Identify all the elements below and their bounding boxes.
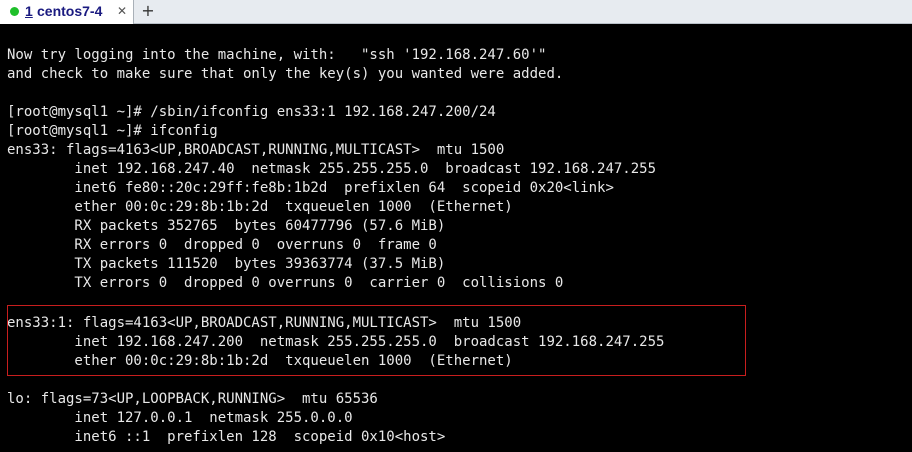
terminal-line: inet 192.168.247.40 netmask 255.255.255.… — [7, 161, 657, 177]
close-tab-icon[interactable]: ✕ — [117, 3, 127, 20]
terminal-line: ether 00:0c:29:8b:1b:2d txqueuelen 1000 … — [7, 199, 513, 215]
terminal-line: Now try logging into the machine, with: … — [7, 47, 547, 63]
terminal-line: and check to make sure that only the key… — [7, 66, 564, 82]
tab-bar: 1 centos7-4 ✕ + — [0, 0, 912, 24]
connected-status-icon — [10, 7, 19, 16]
tab-label: centos7-4 — [37, 3, 103, 19]
terminal-output[interactable]: Now try logging into the machine, with: … — [0, 24, 912, 452]
new-tab-button[interactable]: + — [138, 0, 158, 23]
terminal-line: [root@mysql1 ~]# ifconfig — [7, 123, 218, 139]
terminal-line: inet6 fe80::20c:29ff:fe8b:1b2d prefixlen… — [7, 180, 614, 196]
terminal-line: ens33: flags=4163<UP,BROADCAST,RUNNING,M… — [7, 142, 505, 158]
terminal-line: TX packets 111520 bytes 39363774 (37.5 M… — [7, 256, 446, 272]
tab-number: 1 — [25, 3, 33, 19]
terminal-line: RX errors 0 dropped 0 overruns 0 frame 0 — [7, 237, 437, 253]
highlight-box-ens33-1 — [7, 305, 746, 376]
terminal-line: RX packets 352765 bytes 60477796 (57.6 M… — [7, 218, 446, 234]
terminal-line: TX errors 0 dropped 0 overruns 0 carrier… — [7, 275, 564, 291]
terminal-line: inet 127.0.0.1 netmask 255.0.0.0 — [7, 410, 353, 426]
tab-centos7-4[interactable]: 1 centos7-4 ✕ — [0, 0, 134, 24]
terminal-line: inet6 ::1 prefixlen 128 scopeid 0x10<hos… — [7, 429, 446, 445]
terminal-line: [root@mysql1 ~]# /sbin/ifconfig ens33:1 … — [7, 104, 496, 120]
terminal-line: lo: flags=73<UP,LOOPBACK,RUNNING> mtu 65… — [7, 391, 378, 407]
